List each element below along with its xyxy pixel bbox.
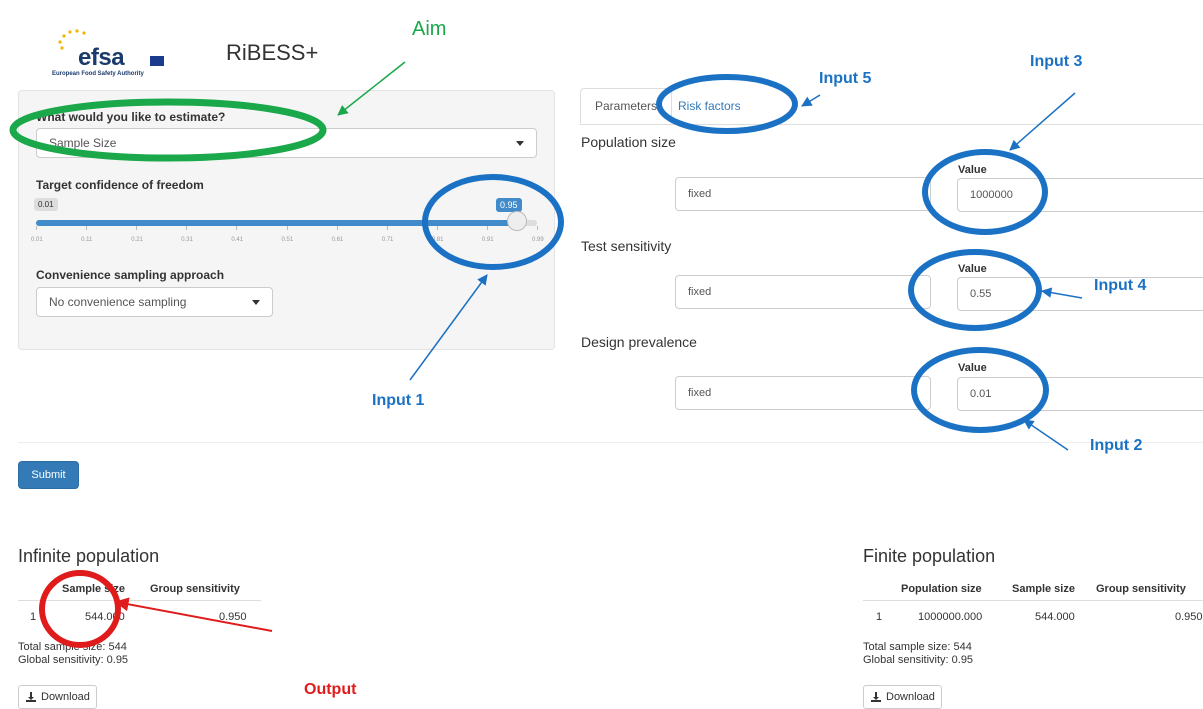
aim-ellipse xyxy=(9,98,327,162)
input5-ellipse xyxy=(656,74,798,134)
input1-annotation: Input 1 xyxy=(372,392,425,409)
aim-annotation: Aim xyxy=(412,18,447,40)
input4-annotation: Input 4 xyxy=(1094,277,1147,294)
input2-ellipse xyxy=(911,347,1049,433)
input1-ellipse xyxy=(422,174,564,270)
aim-arrow xyxy=(337,61,406,116)
input5-annotation: Input 5 xyxy=(819,70,872,87)
input3-ellipse xyxy=(922,149,1048,235)
input5-arrow xyxy=(801,94,821,107)
input4-ellipse xyxy=(908,249,1042,331)
output-annotation: Output xyxy=(304,681,357,698)
input3-annotation: Input 3 xyxy=(1030,53,1083,70)
annotation-overlay xyxy=(9,61,1083,648)
output-ellipse xyxy=(39,570,121,648)
output-arrow xyxy=(114,597,273,632)
input2-annotation: Input 2 xyxy=(1090,437,1143,454)
input3-arrow xyxy=(1009,92,1076,151)
input1-arrow xyxy=(409,274,488,381)
input2-arrow xyxy=(1023,419,1069,451)
input4-arrow xyxy=(1040,287,1083,299)
